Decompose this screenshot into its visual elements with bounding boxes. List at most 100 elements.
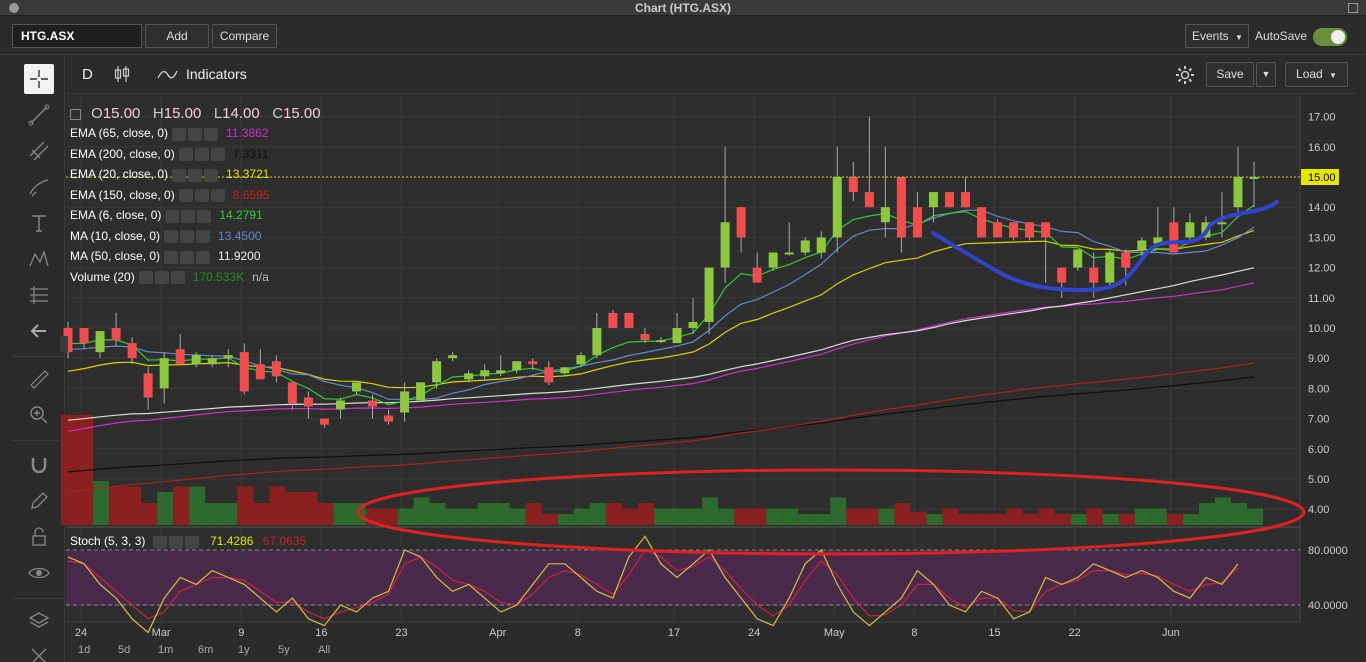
price-chart[interactable]: 17.00 16.00 15.00 14.00 13.00 12.00 11.00 10.00… (0, 0, 1366, 662)
indicator-name: EMA (65, close, 0) (70, 126, 169, 140)
visibility-icon[interactable] (152, 535, 167, 549)
candle-body (335, 400, 345, 410)
close-icon[interactable] (196, 250, 211, 264)
symbol-input[interactable] (12, 24, 142, 48)
collapse-arrow-icon[interactable] (24, 316, 54, 346)
settings-icon[interactable] (188, 127, 203, 141)
volume-bar (269, 486, 286, 525)
brush-tool-icon[interactable] (24, 172, 54, 202)
close-icon[interactable] (196, 230, 211, 244)
settings-icon[interactable] (194, 189, 209, 203)
indicators-button[interactable]: Indicators (186, 66, 247, 82)
timeframe-6m[interactable]: 6m (198, 644, 213, 656)
pattern-tool-icon[interactable] (24, 244, 54, 274)
volume-bar (862, 508, 879, 525)
volume-bar (589, 503, 606, 525)
visibility-icon[interactable] (178, 148, 193, 162)
close-icon[interactable] (184, 535, 199, 549)
visibility-icon[interactable] (178, 189, 193, 203)
timeframe-1m[interactable]: 1m (158, 644, 173, 656)
visibility-icon[interactable] (165, 209, 180, 223)
volume-bar (573, 508, 590, 525)
close-icon[interactable] (210, 148, 225, 162)
settings-icon[interactable] (180, 250, 195, 264)
candle-body (961, 192, 971, 208)
load-dropdown[interactable]: Load ▼ (1285, 62, 1348, 87)
open-label: O (91, 105, 103, 122)
period-selector[interactable]: D (82, 66, 93, 83)
volume-bar (670, 508, 687, 525)
settings-icon[interactable] (188, 168, 203, 182)
high-value: 15.00 (163, 105, 202, 122)
close-icon[interactable] (210, 189, 225, 203)
candle-body (768, 252, 778, 268)
indicator-value-secondary: n/a (252, 269, 269, 284)
candle-body (448, 355, 458, 359)
timeframe-1y[interactable]: 1y (238, 644, 250, 656)
y-tick-label: 14.00 (1308, 202, 1336, 214)
visibility-icon[interactable] (164, 250, 179, 264)
settings-icon[interactable] (168, 535, 183, 549)
last-price-label: 15.00 (1308, 172, 1336, 184)
settings-icon[interactable] (194, 148, 209, 162)
compare-button[interactable]: Compare (212, 24, 277, 48)
y-tick-label: 8.00 (1308, 383, 1329, 395)
save-button[interactable]: Save (1206, 62, 1254, 87)
settings-gear-icon[interactable] (1173, 63, 1197, 87)
visibility-icon[interactable] (164, 230, 179, 244)
magnet-icon[interactable] (24, 450, 54, 480)
channel-tool-icon[interactable] (24, 136, 54, 166)
timeframe-5d[interactable]: 5d (118, 644, 130, 656)
text-tool-icon[interactable] (24, 208, 54, 238)
add-button[interactable]: Add (145, 24, 209, 48)
trash-icon[interactable] (24, 641, 54, 662)
timeframe-5y[interactable]: 5y (278, 644, 290, 656)
volume-bar (509, 508, 526, 525)
eye-icon[interactable] (24, 558, 54, 588)
volume-bar (557, 514, 574, 525)
settings-icon[interactable] (180, 230, 195, 244)
candle-body (560, 367, 570, 374)
indicator-name: MA (10, close, 0) (70, 228, 161, 243)
volume-bar (317, 503, 334, 525)
fib-tool-icon[interactable] (24, 280, 54, 310)
settings-icon[interactable] (181, 209, 196, 223)
layers-icon[interactable] (24, 606, 54, 636)
candlestick-type-icon[interactable] (112, 64, 132, 84)
maximize-icon[interactable] (1348, 3, 1358, 13)
draw-pencil-icon[interactable] (24, 486, 54, 516)
events-dropdown[interactable]: Events ▼ (1185, 24, 1249, 48)
visibility-icon[interactable] (172, 127, 187, 141)
candle-body (464, 373, 474, 380)
candle-body (159, 358, 169, 389)
close-icon[interactable] (204, 168, 219, 182)
candle-body (1169, 222, 1179, 253)
save-menu-chevron-icon[interactable]: ▼ (1256, 62, 1276, 87)
ruler-icon[interactable] (24, 364, 54, 394)
lock-icon[interactable] (24, 522, 54, 552)
trend-line-icon[interactable] (24, 100, 54, 130)
timeframe-all[interactable]: All (318, 644, 330, 656)
autosave-toggle[interactable] (1313, 28, 1347, 46)
zoom-icon[interactable] (24, 400, 54, 430)
volume-bar (237, 486, 254, 525)
timeframe-1d[interactable]: 1d (78, 644, 90, 656)
indicators-icon[interactable] (156, 66, 178, 82)
indicator-value: 13.3721 (226, 167, 270, 181)
close-icon[interactable] (197, 209, 212, 223)
stoch-tick-label: 40.0000 (1308, 600, 1348, 612)
visibility-icon[interactable] (172, 168, 187, 182)
crosshair-tool-icon[interactable] (24, 64, 54, 94)
stoch-overbought-band (66, 550, 1300, 606)
volume-bar (461, 508, 478, 525)
collapse-legend-icon[interactable] (70, 108, 81, 120)
indicator-legend-row: Volume (20) 170.533K n/a (70, 270, 269, 285)
stoch-legend: Stoch (5, 3, 3) 71.4286 67.0635 (70, 534, 306, 549)
toggle-knob (1331, 30, 1345, 44)
close-icon[interactable] (204, 127, 219, 141)
candle-body (977, 207, 987, 238)
close-icon[interactable] (170, 271, 185, 285)
indicator-controls (178, 188, 227, 203)
settings-icon[interactable] (154, 271, 169, 285)
visibility-icon[interactable] (138, 271, 153, 285)
